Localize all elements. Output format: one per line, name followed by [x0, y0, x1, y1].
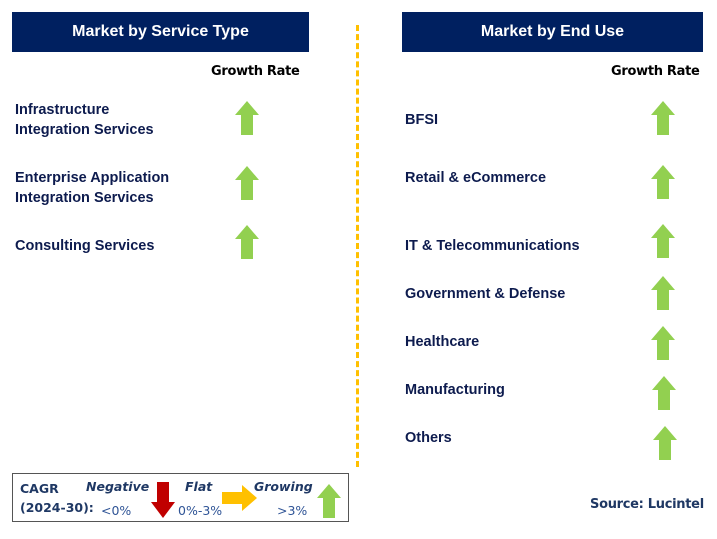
- legend-cagr-period: (2024-30):: [20, 500, 94, 515]
- service-item-consulting: Consulting Services: [15, 236, 154, 256]
- legend-negative-label: Negative: [86, 479, 150, 494]
- end-use-item-government: Government & Defense: [405, 286, 566, 302]
- arrow-up-icon: [235, 166, 259, 200]
- item-label-line: Integration Services: [15, 122, 154, 138]
- end-use-title: Market by End Use: [480, 23, 625, 40]
- panel-divider: [356, 25, 359, 467]
- service-item-enterprise-application: Enterprise Application Integration Servi…: [15, 168, 169, 208]
- arrow-up-icon: [651, 326, 675, 360]
- arrow-up-icon: [651, 276, 675, 310]
- arrow-up-icon: [235, 101, 259, 135]
- arrow-up-icon: [235, 225, 259, 259]
- legend-growing-range: >3%: [277, 503, 308, 518]
- service-type-header: Market by Service Type: [12, 12, 309, 52]
- end-use-growth-rate-label: Growth Rate: [611, 64, 700, 79]
- arrow-down-icon: [151, 482, 175, 518]
- end-use-item-others: Others: [405, 430, 452, 446]
- end-use-item-bfsi: BFSI: [405, 112, 439, 128]
- item-label-line: Consulting Services: [15, 238, 155, 254]
- source-label: Source: Lucintel: [590, 497, 704, 512]
- arrow-up-icon: [653, 426, 677, 460]
- service-growth-rate-label: Growth Rate: [211, 64, 300, 79]
- arrow-up-icon: [651, 224, 675, 258]
- cagr-legend: CAGR (2024-30): Negative <0% Flat 0%-3% …: [12, 473, 349, 522]
- item-label-line: Infrastructure: [15, 102, 110, 118]
- arrow-up-icon: [317, 484, 341, 518]
- end-use-item-retail: Retail & eCommerce: [405, 170, 547, 186]
- item-label-line: Enterprise Application: [15, 170, 170, 186]
- service-item-infrastructure: Infrastructure Integration Services: [15, 100, 154, 140]
- item-label-line: Integration Services: [15, 190, 154, 206]
- arrow-up-icon: [652, 376, 676, 410]
- end-use-item-manufacturing: Manufacturing: [405, 382, 505, 398]
- end-use-header: Market by End Use: [402, 12, 703, 52]
- service-type-title: Market by Service Type: [72, 23, 249, 40]
- legend-growing-label: Growing: [254, 479, 313, 494]
- end-use-item-it-telecom: IT & Telecommunications: [405, 238, 580, 254]
- legend-flat-label: Flat: [185, 479, 213, 494]
- arrow-up-icon: [651, 101, 675, 135]
- legend-negative-range: <0%: [101, 503, 132, 518]
- legend-flat-range: 0%-3%: [178, 503, 223, 518]
- legend-cagr-label: CAGR: [20, 481, 59, 496]
- end-use-item-healthcare: Healthcare: [405, 334, 480, 350]
- arrow-right-icon: [222, 485, 257, 511]
- arrow-up-icon: [651, 165, 675, 199]
